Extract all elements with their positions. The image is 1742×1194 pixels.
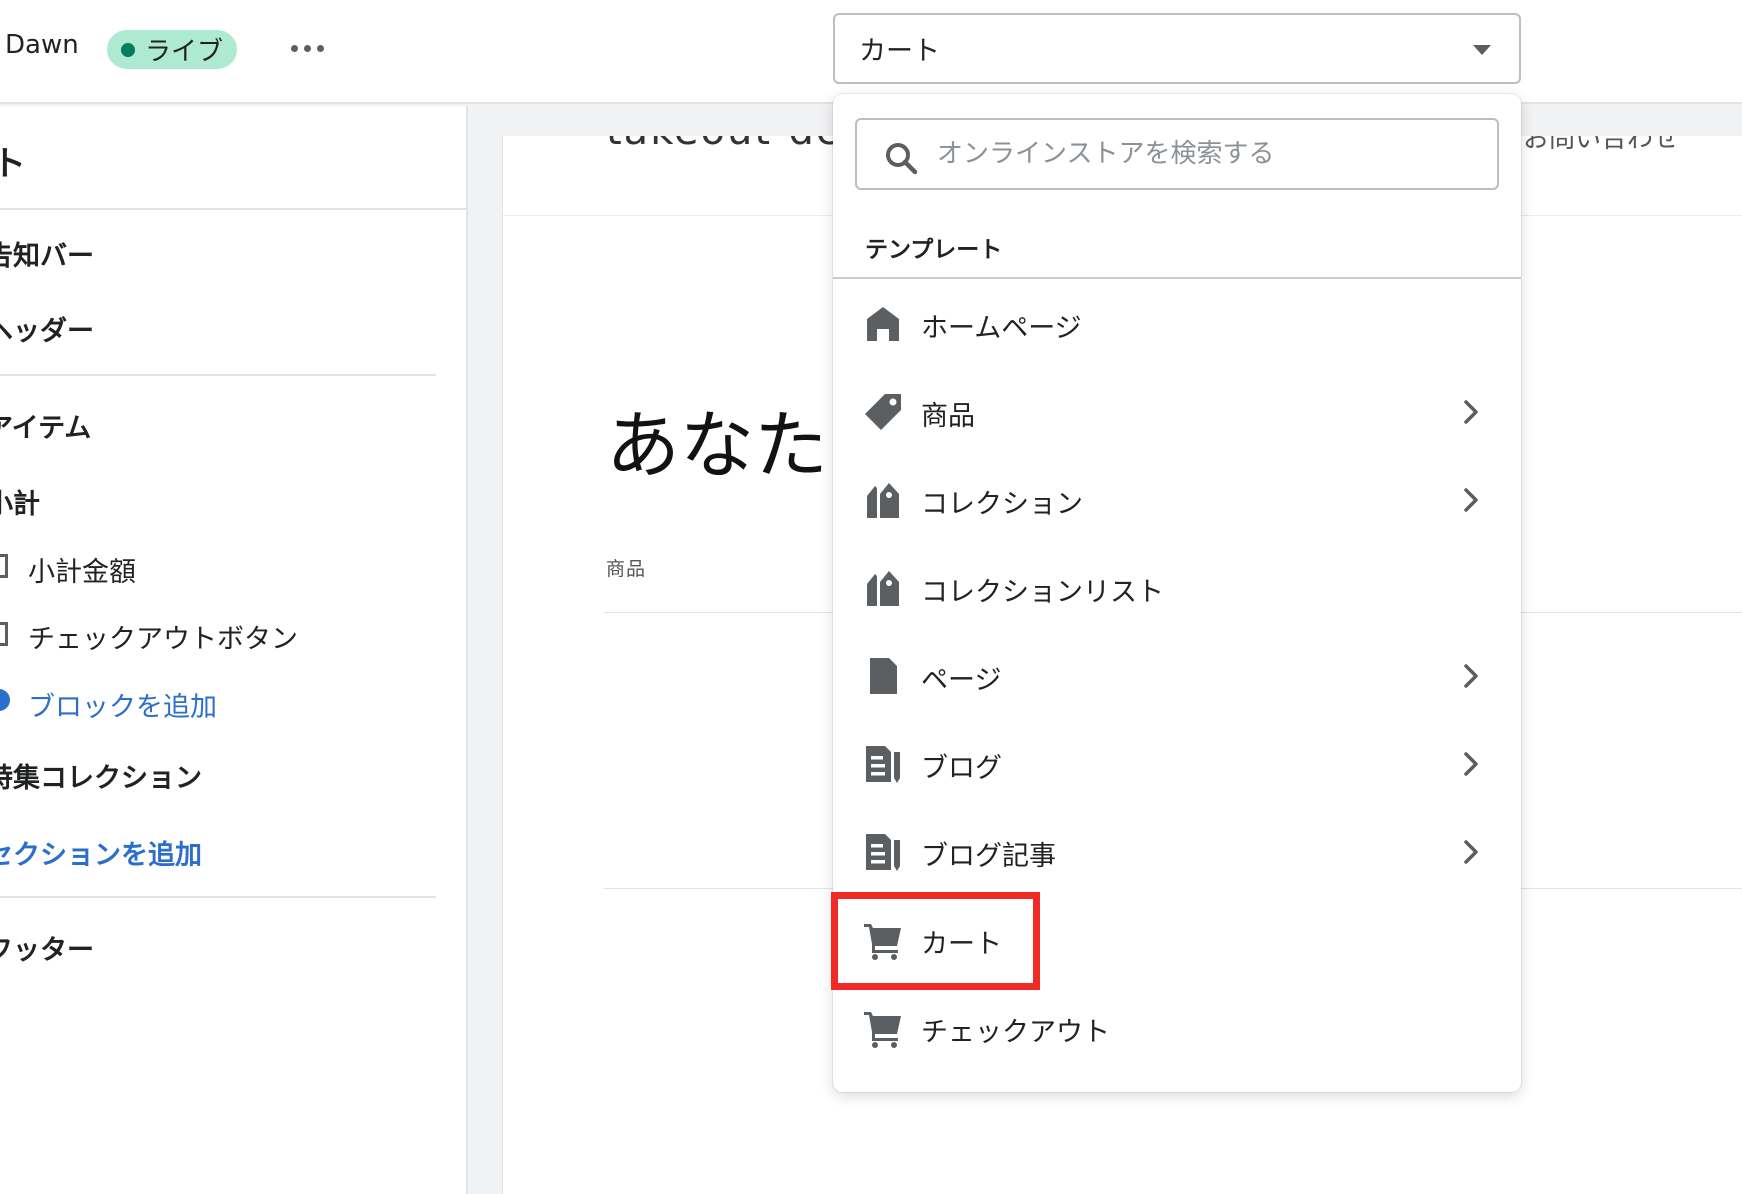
collection-icon [867, 571, 899, 606]
sidebar-item-subtotal[interactable]: 小計 [0, 482, 40, 521]
template-item-label: ホームページ [921, 313, 1082, 344]
cursor-icon [0, 622, 8, 646]
more-actions-button[interactable] [285, 30, 329, 66]
template-item-home[interactable]: ホームページ [833, 280, 1521, 368]
template-item-label: コレクションリスト [921, 577, 1164, 608]
add-circle-icon [0, 689, 10, 711]
sidebar-item-footer[interactable]: フッター [0, 928, 94, 967]
sidebar-item-header[interactable]: ヘッダー [0, 309, 94, 348]
dot-icon [316, 44, 324, 52]
sidebar-divider [0, 374, 436, 376]
template-dropdown: テンプレート ホームページ 商品 コレクション [833, 94, 1521, 1092]
chevron-right-icon [1464, 664, 1478, 688]
sidebar-block-subtotal-amount[interactable]: 小計金額 [28, 550, 136, 589]
template-item-checkout[interactable]: チェックアウト [833, 984, 1521, 1072]
template-item-label: ブログ [921, 753, 1002, 784]
blog-icon [866, 746, 900, 783]
template-item-collection-list[interactable]: コレクションリスト [833, 544, 1521, 632]
sidebar-block-checkout-button[interactable]: チェックアウトボタン [28, 617, 298, 656]
cart-icon [864, 1012, 901, 1048]
column-header-product: 商品 [606, 558, 647, 580]
template-item-label: ページ [921, 665, 1002, 696]
template-item-product[interactable]: 商品 [833, 368, 1521, 456]
sidebar-item-featured-collection[interactable]: 特集コレクション [0, 756, 202, 795]
sections-sidebar: ト 告知バー ヘッダー アイテム 小計 小計金額 チェックアウトボタン ブロック… [0, 106, 468, 1194]
add-section-link[interactable]: セクションを追加 [0, 833, 202, 872]
chevron-right-icon [1464, 840, 1478, 864]
template-item-label: ブログ記事 [921, 841, 1056, 872]
page-icon [870, 658, 897, 694]
sidebar-divider [0, 208, 466, 210]
dropdown-divider [833, 277, 1521, 279]
search-icon [886, 143, 918, 175]
dot-icon [290, 44, 298, 52]
sidebar-title: ト [0, 136, 26, 185]
sidebar-item-items[interactable]: アイテム [0, 406, 91, 445]
top-bar: Dawn ライブ カート [0, 0, 1742, 104]
section-title-templates: テンプレート [865, 237, 1003, 263]
template-item-cart[interactable]: カート [833, 896, 1521, 984]
collection-icon [867, 483, 899, 518]
live-status-label: ライブ [145, 37, 224, 67]
template-item-label: チェックアウト [921, 1017, 1110, 1048]
template-item-blog[interactable]: ブログ [833, 720, 1521, 808]
chevron-right-icon [1464, 752, 1478, 776]
template-item-collection[interactable]: コレクション [833, 456, 1521, 544]
dot-icon [303, 44, 311, 52]
sidebar-divider [0, 896, 436, 898]
block-icon [0, 554, 8, 578]
blog-icon [866, 834, 900, 871]
cart-icon [864, 924, 901, 960]
live-status-badge: ライブ [107, 30, 237, 69]
home-icon [867, 307, 899, 341]
store-logo[interactable]: takeout-de [606, 136, 842, 154]
search-input[interactable] [937, 124, 1477, 184]
template-select[interactable]: カート [833, 13, 1521, 84]
search-field[interactable] [855, 118, 1499, 190]
cart-heading: あなた [606, 403, 828, 489]
preview-nav-contact[interactable]: お問い合わせ [1523, 136, 1679, 155]
caret-down-icon [1473, 45, 1491, 55]
add-block-link[interactable]: ブロックを追加 [28, 685, 217, 724]
sidebar-item-announcement-bar[interactable]: 告知バー [0, 234, 94, 273]
template-item-blog-post[interactable]: ブログ記事 [833, 808, 1521, 896]
tag-icon [865, 394, 901, 430]
chevron-right-icon [1464, 400, 1478, 424]
template-item-label: カート [921, 929, 1002, 960]
theme-name: Dawn [5, 30, 79, 60]
template-item-label: 商品 [921, 401, 975, 432]
template-item-label: コレクション [921, 489, 1083, 520]
live-dot-icon [121, 42, 135, 57]
template-select-value: カート [859, 36, 940, 67]
chevron-right-icon [1464, 488, 1478, 512]
template-item-page[interactable]: ページ [833, 632, 1521, 720]
